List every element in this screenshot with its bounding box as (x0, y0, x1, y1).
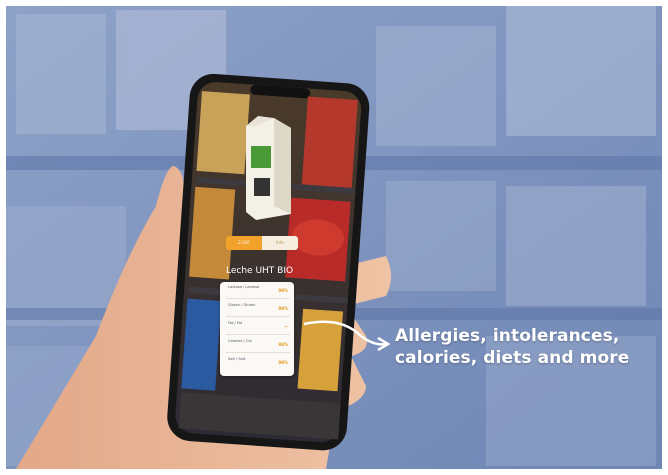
tab-price[interactable]: 2,51€ (226, 236, 262, 250)
row-label: Salt / Salt (228, 357, 246, 361)
row-label: Calories / Cal (228, 339, 252, 343)
nutrition-row: Salt / Salt 98% (226, 356, 290, 370)
row-label: Gluten / Gluten (228, 303, 256, 307)
row-label: Lactosa / Lactose (228, 285, 260, 289)
row-label: Fat / Fat (228, 321, 243, 325)
product-name: Leche UHT BIO (226, 266, 294, 276)
nutrition-row: Gluten / Gluten 98% (226, 302, 290, 317)
row-value: 98% (278, 342, 288, 347)
nutrition-row: Fat / Fat — (226, 320, 290, 335)
row-value: 98% (278, 288, 288, 293)
background-photo (6, 6, 662, 469)
row-value: — (284, 324, 288, 329)
tab-info[interactable]: Info (262, 236, 298, 250)
callout-line-1: Allergies, intolerances, (395, 326, 620, 346)
callout-line-2: calories, diets and more (395, 348, 630, 368)
photo-scene (6, 6, 662, 469)
row-value: 98% (278, 360, 288, 365)
nutrition-card: Lactosa / Lactose 98% Gluten / Gluten 98… (220, 282, 294, 376)
nutrition-row: Calories / Cal 98% (226, 338, 290, 353)
nutrition-row: Lactosa / Lactose 98% (226, 284, 290, 299)
row-value: 98% (278, 306, 288, 311)
price-info-tabs: 2,51€ Info (226, 236, 298, 250)
feature-callout: Allergies, intolerances, calories, diets… (395, 325, 629, 369)
milk-carton-icon (246, 116, 291, 220)
